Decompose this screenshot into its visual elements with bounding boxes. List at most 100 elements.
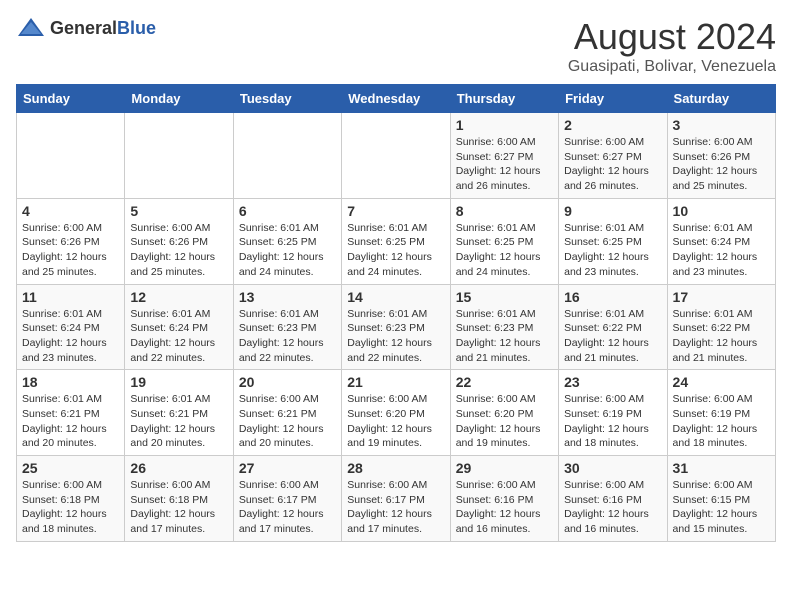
calendar-day-cell: 24 Sunrise: 6:00 AM Sunset: 6:19 PM Dayli… [667, 370, 775, 456]
day-number: 12 [130, 289, 227, 305]
day-number: 15 [456, 289, 553, 305]
day-info: Sunrise: 6:01 AM Sunset: 6:25 PM Dayligh… [347, 221, 444, 280]
day-number: 23 [564, 374, 661, 390]
day-info: Sunrise: 6:00 AM Sunset: 6:27 PM Dayligh… [456, 135, 553, 194]
page-header: GeneralBlue August 2024 Guasipati, Boliv… [16, 16, 776, 76]
day-of-week-header: Saturday [667, 85, 775, 113]
day-number: 10 [673, 203, 770, 219]
calendar-day-cell: 25 Sunrise: 6:00 AM Sunset: 6:18 PM Dayli… [17, 456, 125, 542]
day-number: 24 [673, 374, 770, 390]
day-info: Sunrise: 6:00 AM Sunset: 6:20 PM Dayligh… [456, 392, 553, 451]
day-number: 18 [22, 374, 119, 390]
day-number: 13 [239, 289, 336, 305]
calendar-day-cell: 1 Sunrise: 6:00 AM Sunset: 6:27 PM Daylig… [450, 113, 558, 199]
day-info: Sunrise: 6:00 AM Sunset: 6:19 PM Dayligh… [673, 392, 770, 451]
generalblue-logo-icon [16, 16, 46, 40]
day-info: Sunrise: 6:00 AM Sunset: 6:18 PM Dayligh… [130, 478, 227, 537]
calendar-day-cell: 23 Sunrise: 6:00 AM Sunset: 6:19 PM Dayli… [559, 370, 667, 456]
calendar-day-cell: 4 Sunrise: 6:00 AM Sunset: 6:26 PM Daylig… [17, 198, 125, 284]
calendar-day-cell: 18Sunrise: 6:01 AM Sunset: 6:21 PM Dayli… [17, 370, 125, 456]
day-info: Sunrise: 6:00 AM Sunset: 6:26 PM Dayligh… [673, 135, 770, 194]
day-info: Sunrise: 6:01 AM Sunset: 6:23 PM Dayligh… [239, 307, 336, 366]
calendar-day-cell [17, 113, 125, 199]
calendar-day-cell: 29Sunrise: 6:00 AM Sunset: 6:16 PM Dayli… [450, 456, 558, 542]
calendar-day-cell: 26 Sunrise: 6:00 AM Sunset: 6:18 PM Dayli… [125, 456, 233, 542]
calendar-day-cell: 20 Sunrise: 6:00 AM Sunset: 6:21 PM Dayli… [233, 370, 341, 456]
day-info: Sunrise: 6:00 AM Sunset: 6:18 PM Dayligh… [22, 478, 119, 537]
day-info: Sunrise: 6:01 AM Sunset: 6:24 PM Dayligh… [130, 307, 227, 366]
day-number: 5 [130, 203, 227, 219]
day-of-week-header: Tuesday [233, 85, 341, 113]
calendar-day-cell: 21Sunrise: 6:00 AM Sunset: 6:20 PM Dayli… [342, 370, 450, 456]
day-info: Sunrise: 6:00 AM Sunset: 6:27 PM Dayligh… [564, 135, 661, 194]
calendar-day-cell: 2 Sunrise: 6:00 AM Sunset: 6:27 PM Daylig… [559, 113, 667, 199]
calendar-day-cell: 14 Sunrise: 6:01 AM Sunset: 6:23 PM Dayli… [342, 284, 450, 370]
day-number: 8 [456, 203, 553, 219]
calendar-day-cell: 10 Sunrise: 6:01 AM Sunset: 6:24 PM Dayli… [667, 198, 775, 284]
day-number: 1 [456, 117, 553, 133]
day-number: 22 [456, 374, 553, 390]
calendar-day-cell [342, 113, 450, 199]
calendar-day-cell: 3Sunrise: 6:00 AM Sunset: 6:26 PM Daylig… [667, 113, 775, 199]
day-of-week-header: Thursday [450, 85, 558, 113]
day-info: Sunrise: 6:00 AM Sunset: 6:20 PM Dayligh… [347, 392, 444, 451]
day-number: 17 [673, 289, 770, 305]
logo-general-text: General [50, 18, 117, 38]
calendar-day-cell: 31Sunrise: 6:00 AM Sunset: 6:15 PM Dayli… [667, 456, 775, 542]
calendar-day-cell: 6 Sunrise: 6:01 AM Sunset: 6:25 PM Daylig… [233, 198, 341, 284]
day-info: Sunrise: 6:01 AM Sunset: 6:25 PM Dayligh… [239, 221, 336, 280]
title-block: August 2024 Guasipati, Bolivar, Venezuel… [568, 16, 776, 76]
calendar-day-cell: 17 Sunrise: 6:01 AM Sunset: 6:22 PM Dayli… [667, 284, 775, 370]
calendar-day-cell: 9 Sunrise: 6:01 AM Sunset: 6:25 PM Daylig… [559, 198, 667, 284]
day-number: 6 [239, 203, 336, 219]
day-number: 7 [347, 203, 444, 219]
day-info: Sunrise: 6:00 AM Sunset: 6:17 PM Dayligh… [347, 478, 444, 537]
calendar-week-row: 18Sunrise: 6:01 AM Sunset: 6:21 PM Dayli… [17, 370, 776, 456]
calendar-day-cell: 7 Sunrise: 6:01 AM Sunset: 6:25 PM Daylig… [342, 198, 450, 284]
day-number: 2 [564, 117, 661, 133]
day-info: Sunrise: 6:00 AM Sunset: 6:19 PM Dayligh… [564, 392, 661, 451]
day-info: Sunrise: 6:00 AM Sunset: 6:16 PM Dayligh… [564, 478, 661, 537]
day-info: Sunrise: 6:01 AM Sunset: 6:23 PM Dayligh… [347, 307, 444, 366]
day-info: Sunrise: 6:01 AM Sunset: 6:22 PM Dayligh… [673, 307, 770, 366]
calendar-day-cell: 15 Sunrise: 6:01 AM Sunset: 6:23 PM Dayli… [450, 284, 558, 370]
day-info: Sunrise: 6:01 AM Sunset: 6:22 PM Dayligh… [564, 307, 661, 366]
logo-blue-text: Blue [117, 18, 156, 38]
calendar-day-cell: 11Sunrise: 6:01 AM Sunset: 6:24 PM Dayli… [17, 284, 125, 370]
day-of-week-header: Monday [125, 85, 233, 113]
day-info: Sunrise: 6:01 AM Sunset: 6:23 PM Dayligh… [456, 307, 553, 366]
calendar-day-cell: 22 Sunrise: 6:00 AM Sunset: 6:20 PM Dayli… [450, 370, 558, 456]
day-of-week-header: Friday [559, 85, 667, 113]
day-number: 26 [130, 460, 227, 476]
day-number: 11 [22, 289, 119, 305]
day-number: 25 [22, 460, 119, 476]
month-year-title: August 2024 [568, 16, 776, 58]
calendar-week-row: 25 Sunrise: 6:00 AM Sunset: 6:18 PM Dayli… [17, 456, 776, 542]
day-number: 4 [22, 203, 119, 219]
calendar-day-cell [125, 113, 233, 199]
day-number: 28 [347, 460, 444, 476]
day-number: 20 [239, 374, 336, 390]
logo: GeneralBlue [16, 16, 156, 40]
calendar-day-cell: 19Sunrise: 6:01 AM Sunset: 6:21 PM Dayli… [125, 370, 233, 456]
calendar-day-cell: 8Sunrise: 6:01 AM Sunset: 6:25 PM Daylig… [450, 198, 558, 284]
calendar-week-row: 1 Sunrise: 6:00 AM Sunset: 6:27 PM Daylig… [17, 113, 776, 199]
day-number: 9 [564, 203, 661, 219]
day-of-week-header: Wednesday [342, 85, 450, 113]
calendar-week-row: 11 Sunrise: 6:01 AM Sunset: 6:24 PM Dayli… [17, 284, 776, 370]
calendar-day-cell: 16Sunrise: 6:01 AM Sunset: 6:22 PM Dayli… [559, 284, 667, 370]
day-number: 27 [239, 460, 336, 476]
calendar-day-cell: 28 Sunrise: 6:00 AM Sunset: 6:17 PM Dayli… [342, 456, 450, 542]
day-info: Sunrise: 6:00 AM Sunset: 6:26 PM Dayligh… [130, 221, 227, 280]
day-number: 14 [347, 289, 444, 305]
day-number: 19 [130, 374, 227, 390]
day-of-week-header: Sunday [17, 85, 125, 113]
day-info: Sunrise: 6:00 AM Sunset: 6:15 PM Dayligh… [673, 478, 770, 537]
day-info: Sunrise: 6:00 AM Sunset: 6:26 PM Dayligh… [22, 221, 119, 280]
day-info: Sunrise: 6:01 AM Sunset: 6:24 PM Dayligh… [673, 221, 770, 280]
location-subtitle: Guasipati, Bolivar, Venezuela [568, 58, 776, 76]
calendar-day-cell: 5 Sunrise: 6:00 AM Sunset: 6:26 PM Daylig… [125, 198, 233, 284]
day-info: Sunrise: 6:01 AM Sunset: 6:25 PM Dayligh… [564, 221, 661, 280]
calendar-header-row: SundayMondayTuesdayWednesdayThursdayFrid… [17, 85, 776, 113]
day-info: Sunrise: 6:00 AM Sunset: 6:21 PM Dayligh… [239, 392, 336, 451]
